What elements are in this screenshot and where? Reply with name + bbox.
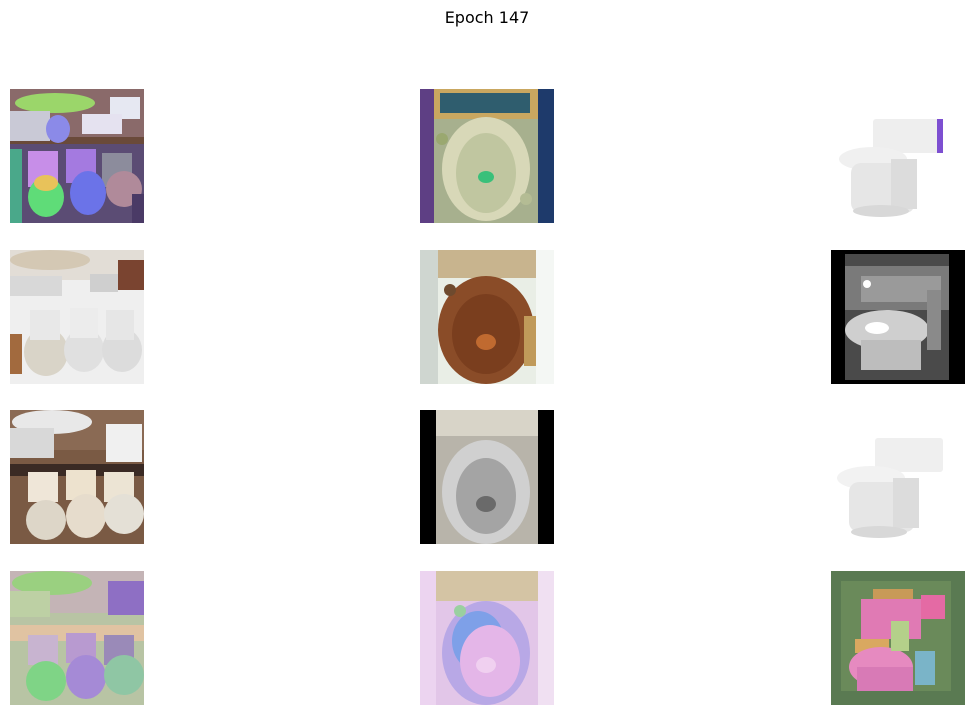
sample-image-r3-c2	[420, 410, 554, 544]
sample-image-r4-c2	[420, 571, 554, 705]
sample-image-r2-c1	[10, 250, 144, 384]
sample-image-r1-c3	[831, 89, 965, 223]
sample-image-r1-c1	[10, 89, 144, 223]
sample-image-r2-c2	[420, 250, 554, 384]
sample-image-r3-c3	[831, 410, 965, 544]
sample-image-r4-c1	[10, 571, 144, 705]
figure-title: Epoch 147	[444, 8, 530, 27]
sample-image-r3-c1	[10, 410, 144, 544]
sample-image-r1-c2	[420, 89, 554, 223]
sample-image-r4-c3	[831, 571, 965, 705]
sample-image-r2-c3	[831, 250, 965, 384]
